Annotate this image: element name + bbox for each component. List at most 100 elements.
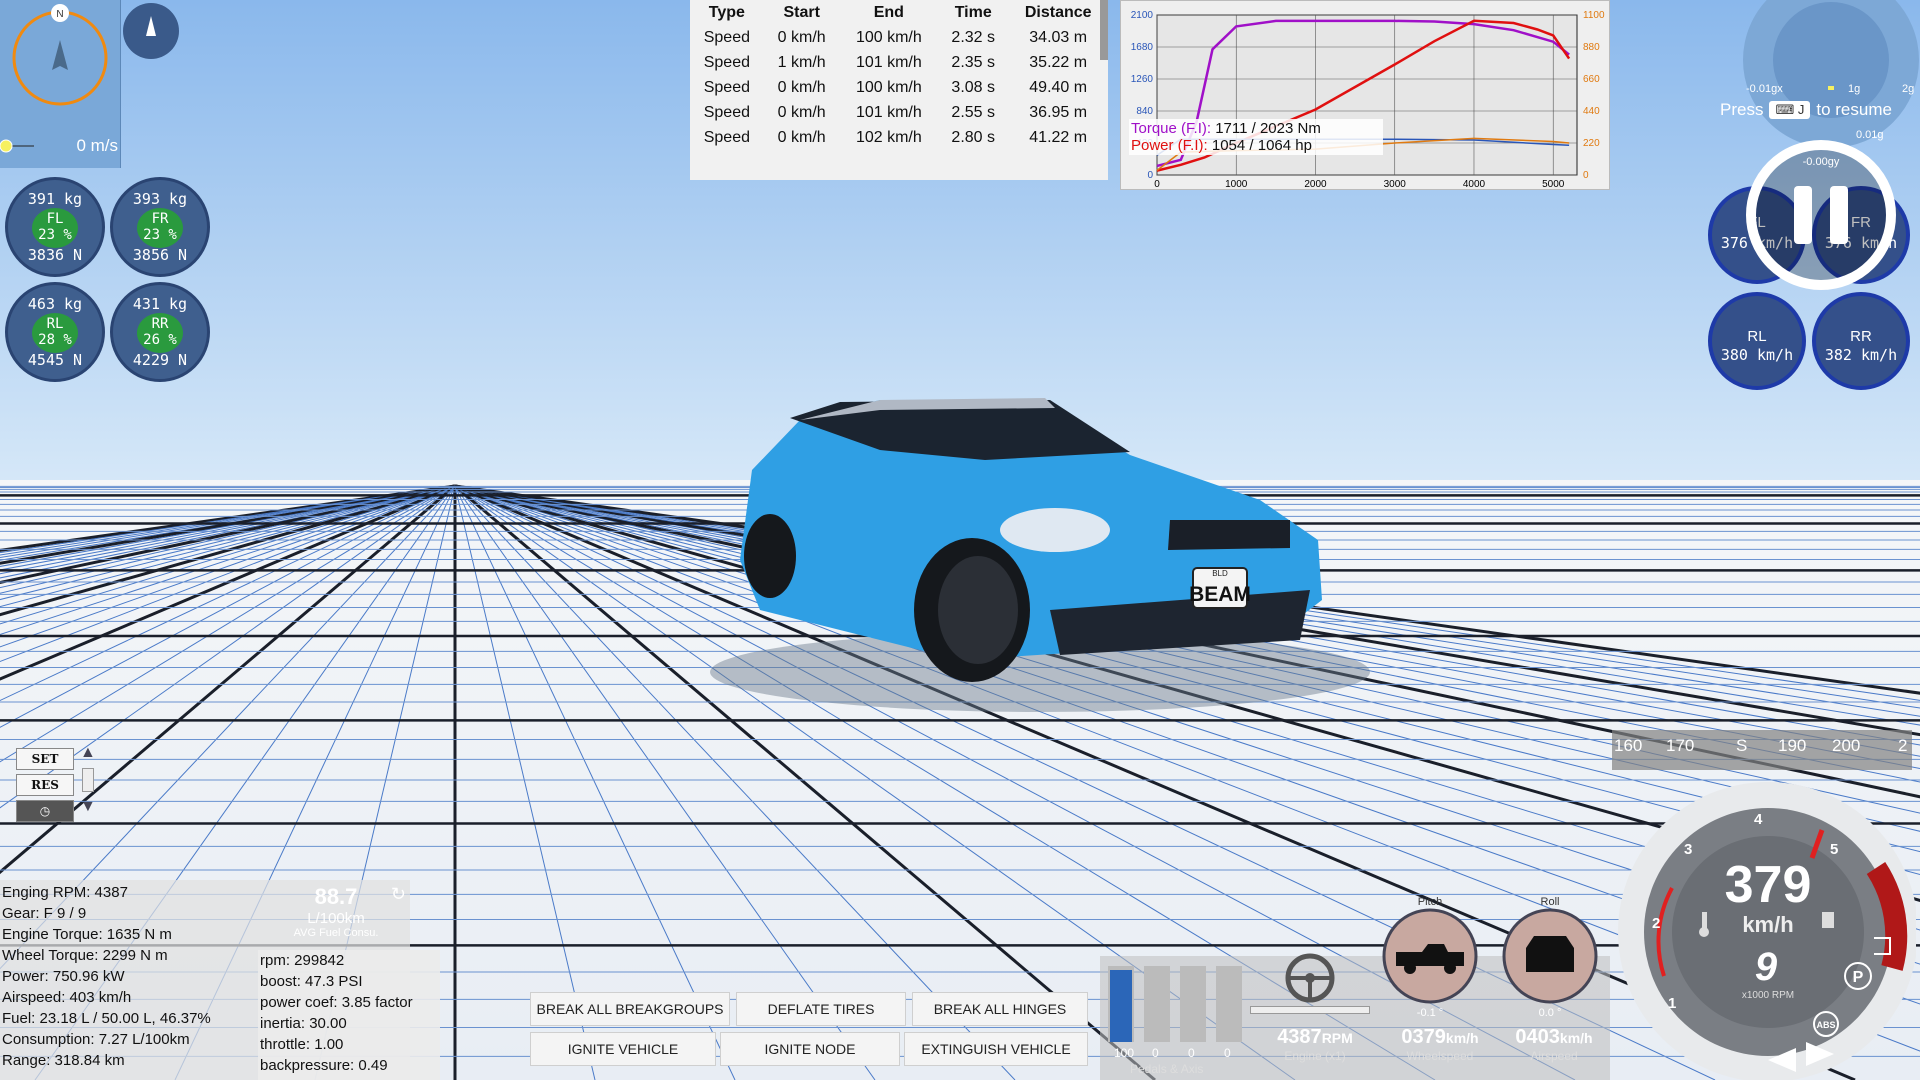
x-tick-label: 1000 [1225,179,1248,189]
svg-text:x1000 RPM: x1000 RPM [1742,990,1794,1001]
steering-wheel-icon [1285,953,1335,1003]
cruise-control[interactable]: SET RES ◷ ▲ ▼ [14,744,104,826]
svg-text:ABS: ABS [1816,1020,1835,1030]
roll-car-icon [1502,908,1598,1004]
stat-line: Airspeed: 403 km/h [2,989,132,1006]
svg-text:2: 2 [1652,915,1660,932]
col-type: Type [708,4,745,21]
y-right-tick-label: 660 [1583,74,1600,85]
minimap-compass: N [12,4,108,106]
cruise-set-button[interactable]: SET [16,748,74,770]
svg-text:N: N [56,9,63,20]
minimap[interactable]: N 0 m/s [0,0,121,168]
reset-icon[interactable]: ↻ [391,884,406,905]
plate-text: BEAM [1189,583,1251,606]
legend-torque: Torque (F.I): 1711 / 2023 Nm [1131,120,1321,137]
brake-bar [1144,966,1170,1042]
parkingbrake-bar [1216,966,1242,1042]
fuel-unit: L/100km [307,910,365,927]
svg-text:3: 3 [1684,841,1692,858]
stat-line: Wheel Torque: 2299 N m [2,947,168,964]
y-left-tick-label: 2100 [1131,10,1154,21]
deflate-tires-button[interactable]: DEFLATE TIRES [736,992,906,1026]
stat-line: Consumption: 7.27 L/100km [2,1031,190,1048]
col-time: Time [954,4,992,21]
wheelspeed-rl: RL 380 km/h [1708,292,1806,390]
compass-icon [123,3,179,59]
y-left-tick-label: 1260 [1131,74,1154,85]
speed-unit: km/h [1742,912,1793,937]
x-tick-label: 3000 [1384,179,1407,189]
pause-button[interactable]: -0.00gy [1746,140,1896,290]
table-row: Speed 1 km/h 101 km/h 2.35 s 35.22 m [703,54,1088,71]
fuel-value: 88.7 [314,884,358,909]
speedometer: 1 2 3 4 5 379 km/h 9 x1000 RPM ABS P [1618,782,1916,1080]
svg-text:2g: 2g [1902,83,1914,95]
table-scrollbar[interactable] [1100,0,1108,60]
y-left-tick-label: 1680 [1131,42,1154,53]
tire-fr-card: 393 kg FR 23 % 3856 N [110,177,210,277]
cruise-res-button[interactable]: RES [16,774,74,796]
tire-rr-card: 431 kg RR 26 % 4229 N [110,282,210,382]
y-left-tick-label: 840 [1136,106,1153,117]
resume-hint: Press ⌨ J to resume [1720,100,1892,119]
airspeed-readout: 0403km/h Airspeed [1515,1026,1593,1063]
steering-input-bar [1250,1006,1370,1014]
stat-line: Gear: F 9 / 9 [2,905,87,922]
col-start: Start [783,4,820,21]
minimap-speed: 0 m/s [76,136,118,155]
svg-text:-0.01gx: -0.01gx [1746,83,1783,95]
ignite-vehicle-button[interactable]: IGNITE VEHICLE [530,1032,716,1066]
svg-text:P: P [1853,969,1864,986]
fuel-label: AVG Fuel Consu. [293,927,379,939]
speedometer-icon: ◷ [39,804,51,818]
gear-value: 9 [1755,945,1778,989]
col-end: End [873,4,904,21]
chart-legend: Torque (F.I): 1711 / 2023 Nm Power (F.I)… [1129,119,1383,155]
break-all-hinges-button[interactable]: BREAK ALL HINGES [912,992,1088,1026]
wheelspeed-readout: 0379km/h Wheelspeed [1401,1026,1479,1063]
dyno-chart-svg: 0100020003000400050000420840126016802100… [1131,10,1605,190]
cruise-up-icon[interactable]: ▲ [80,744,96,762]
x-tick-label: 4000 [1463,179,1486,189]
table-row: Speed 0 km/h 100 km/h 3.08 s 49.40 m [703,79,1088,96]
svg-text:1: 1 [1668,995,1676,1012]
x-tick-label: 2000 [1304,179,1327,189]
avg-fuel-widget: 88.7 L/100km AVG Fuel Consu. ↻ [262,880,410,944]
extinguish-vehicle-button[interactable]: EXTINGUISH VEHICLE [904,1032,1088,1066]
svg-text:5: 5 [1830,841,1838,858]
y-right-tick-label: 440 [1583,106,1600,117]
pause-icon [1794,186,1812,244]
ignite-node-button[interactable]: IGNITE NODE [720,1032,900,1066]
table-row: Speed 0 km/h 101 km/h 2.55 s 36.95 m [703,104,1088,121]
clutch-bar [1180,966,1206,1042]
pitch-car-icon [1382,908,1478,1004]
table-row: Speed 0 km/h 102 km/h 2.80 s 41.22 m [703,129,1088,146]
cruise-down-icon[interactable]: ▼ [80,798,96,816]
cruise-toggle-button[interactable]: ◷ [16,800,74,822]
keyboard-key-j: ⌨ J [1769,101,1811,119]
table-row: Speed 0 km/h 100 km/h 2.32 s 34.03 m [703,29,1088,46]
y-right-tick-label: 1100 [1583,10,1605,21]
svg-text:4: 4 [1754,811,1763,828]
torque-power-chart: 0100020003000400050000420840126016802100… [1120,0,1610,190]
table-header: Type Start End Time Distance [690,0,1108,25]
stat-line: Enging RPM: 4387 [2,884,128,901]
tire-rl-card: 463 kg RL 28 % 4545 N [5,282,105,382]
break-all-breakgroups-button[interactable]: BREAK ALL BREAKGROUPS [530,992,730,1026]
stat-line: Engine Torque: 1635 N m [2,926,172,943]
engine-rpm-readout: 4387RPM Engine (x1) [1277,1026,1353,1063]
tire-fl-card: 391 kg FL 23 % 3836 N [5,177,105,277]
acceleration-table[interactable]: Type Start End Time Distance Speed 0 km/h… [690,0,1108,180]
stat-line: Range: 318.84 km [2,1052,125,1069]
speed-value: 379 [1725,856,1812,914]
plate-top-text: BLD [1212,569,1228,578]
roll-gauge: Roll 0.0 ° [1500,896,1600,1026]
cruise-level-indicator [82,768,94,792]
wheelspeed-rr: RR 382 km/h [1812,292,1910,390]
fuel-pump-icon [1822,912,1834,928]
x-tick-label: 0 [1154,179,1160,189]
throttle-bar [1110,970,1132,1042]
svg-text:0.01g: 0.01g [1856,129,1884,141]
g-force-meter: -0.01gx 1g 2g 0.01g [1743,0,1919,148]
